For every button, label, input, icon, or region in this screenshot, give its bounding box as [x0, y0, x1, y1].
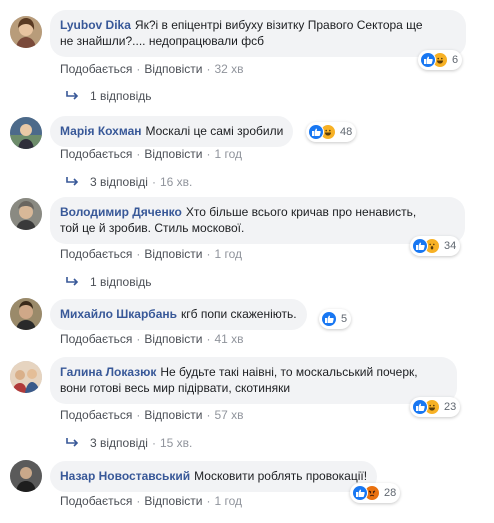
like-icon [321, 311, 337, 327]
reaction-count: 6 [452, 54, 459, 66]
like-icon [308, 124, 324, 140]
like-button[interactable]: Подобається [60, 408, 132, 422]
reply-button[interactable]: Відповісти [144, 332, 202, 346]
like-icon [420, 52, 436, 68]
like-icon [412, 238, 428, 254]
like-icon [352, 485, 368, 501]
comment-author[interactable]: Володимир Дяченко [60, 205, 182, 219]
replies-timestamp: 16 хв. [159, 175, 193, 189]
comment-actions: Подобається · Відповісти · 57 хв [60, 408, 244, 422]
view-replies-link[interactable]: 3 відповіді · 15 хв. [66, 436, 192, 450]
comment-timestamp[interactable]: 41 хв [214, 332, 243, 346]
comment-timestamp[interactable]: 1 год [214, 494, 242, 508]
view-replies-link[interactable]: 1 відповідь [66, 89, 152, 103]
reply-button[interactable]: Відповісти [144, 494, 202, 508]
replies-label[interactable]: 1 відповідь [90, 275, 152, 289]
like-button[interactable]: Подобається [60, 332, 132, 346]
comment-author[interactable]: Марія Кохман [60, 124, 142, 138]
reaction-count: 5 [341, 313, 348, 325]
comment-text: Москалі це самі зробили [145, 124, 284, 138]
replies-timestamp: 15 хв. [159, 436, 193, 450]
reaction-summary[interactable]: 5 [319, 309, 352, 329]
comment-text: Московити роблять провокації! [194, 469, 368, 483]
comment-author[interactable]: Назар Новоставський [60, 469, 190, 483]
comment-text: Не будьте такі наівні, то москальський п… [160, 365, 418, 379]
reaction-summary[interactable]: 34 [410, 236, 461, 256]
reaction-count: 23 [444, 401, 457, 413]
comment-timestamp[interactable]: 57 хв [214, 408, 243, 422]
reply-arrow-icon [66, 177, 79, 186]
comment-author[interactable]: Галина Локазюк [60, 365, 156, 379]
reaction-count: 28 [384, 487, 397, 499]
reply-button[interactable]: Відповісти [144, 247, 202, 261]
comment-author[interactable]: Михайло Шкарбань [60, 307, 177, 321]
comment-text: Як?і в епіцентрі вибуху візитку Правого … [134, 18, 423, 32]
comment-bubble: Михайло Шкарбань кгб попи скаженіють. [50, 299, 307, 330]
replies-label[interactable]: 3 відповіді [90, 436, 148, 450]
comment-text: не знайшли?.... недопрацювали фсб [60, 34, 264, 48]
reply-button[interactable]: Відповісти [144, 147, 202, 161]
comment-text: кгб попи скаженіють. [181, 307, 297, 321]
reply-button[interactable]: Відповісти [144, 408, 202, 422]
reply-arrow-icon [66, 438, 79, 447]
avatar[interactable] [10, 198, 42, 230]
comment-actions: Подобається · Відповісти · 1 год [60, 147, 242, 161]
comment-actions: Подобається · Відповісти · 32 хв [60, 62, 244, 76]
like-button[interactable]: Подобається [60, 494, 132, 508]
reaction-summary[interactable]: 6 [418, 50, 463, 70]
comment-bubble: Галина Локазюк Не будьте такі наівні, то … [50, 357, 457, 404]
comment-author[interactable]: Lyubov Dika [60, 18, 131, 32]
reaction-summary[interactable]: 28 [350, 483, 401, 503]
view-replies-link[interactable]: 3 відповіді · 16 хв. [66, 175, 192, 189]
comment-timestamp[interactable]: 1 год [214, 147, 242, 161]
comment-bubble: Назар Новоставський Московити роблять про… [50, 461, 378, 492]
like-button[interactable]: Подобається [60, 147, 132, 161]
comment-text: той це й зробив. Стиль москової. [60, 221, 245, 235]
like-button[interactable]: Подобається [60, 247, 132, 261]
view-replies-link[interactable]: 1 відповідь [66, 275, 152, 289]
avatar[interactable] [10, 117, 42, 149]
avatar[interactable] [10, 16, 42, 48]
reaction-summary[interactable]: 48 [306, 122, 357, 142]
reply-arrow-icon [66, 277, 79, 286]
avatar[interactable] [10, 460, 42, 492]
reply-button[interactable]: Відповісти [144, 62, 202, 76]
comment-text: Хто більше всього кричав про ненависть, [185, 205, 417, 219]
reaction-count: 34 [444, 240, 457, 252]
comment-bubble: Марія Кохман Москалі це самі зробили [50, 116, 294, 147]
comment-actions: Подобається · Відповісти · 1 год [60, 494, 242, 508]
like-button[interactable]: Подобається [60, 62, 132, 76]
reaction-summary[interactable]: 23 [410, 397, 461, 417]
comment-text: вони готові весь мир підірвати, скотиняк… [60, 381, 291, 395]
avatar[interactable] [10, 298, 42, 330]
comment-timestamp[interactable]: 1 год [214, 247, 242, 261]
reaction-count: 48 [340, 126, 353, 138]
avatar[interactable] [10, 361, 42, 393]
comment-actions: Подобається · Відповісти · 1 год [60, 247, 242, 261]
comment-bubble: Володимир Дяченко Хто більше всього крича… [50, 197, 465, 244]
comment-timestamp[interactable]: 32 хв [214, 62, 243, 76]
comment-bubble: Lyubov Dika Як?і в епіцентрі вибуху візит… [50, 10, 466, 57]
replies-label[interactable]: 1 відповідь [90, 89, 152, 103]
like-icon [412, 399, 428, 415]
replies-label[interactable]: 3 відповіді [90, 175, 148, 189]
reply-arrow-icon [66, 91, 79, 100]
comment-actions: Подобається · Відповісти · 41 хв [60, 332, 244, 346]
